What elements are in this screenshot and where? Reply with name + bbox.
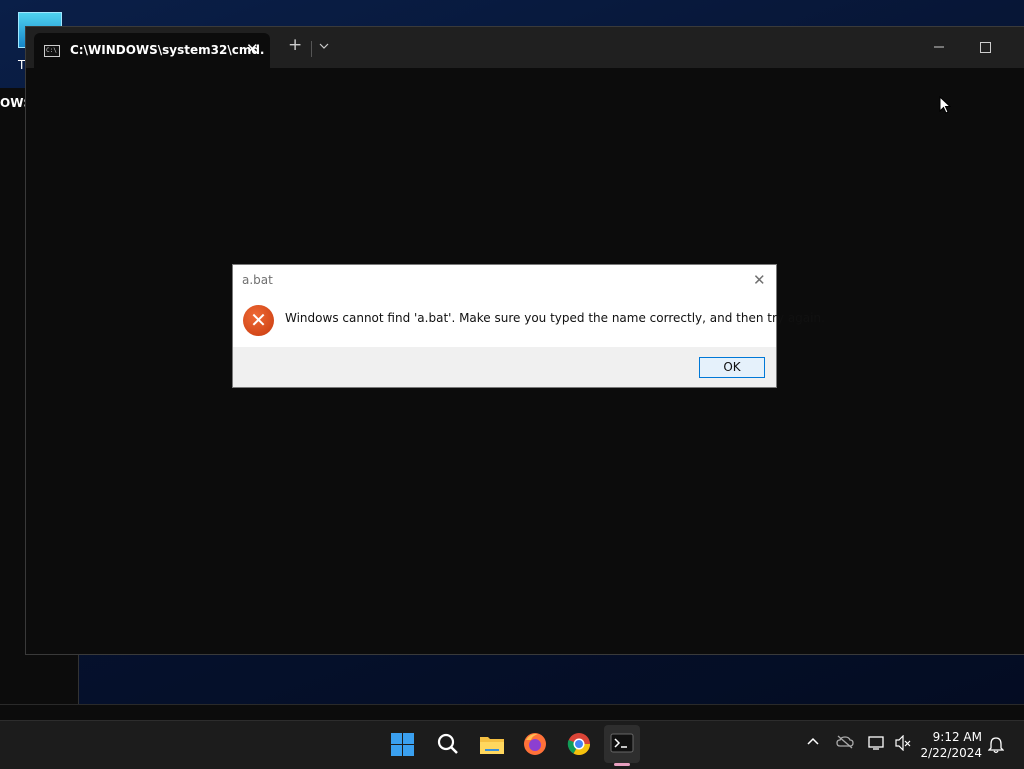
maximize-button[interactable]	[980, 42, 991, 53]
taskbar: 9:12 AM 2/22/2024	[0, 720, 1024, 769]
dialog-message: Windows cannot find 'a.bat'. Make sure y…	[285, 311, 825, 325]
terminal-tab-cmd[interactable]: C:\ C:\WINDOWS\system32\cmd. ✕	[34, 33, 270, 68]
clock-date: 2/22/2024	[920, 746, 982, 760]
notification-bell-icon[interactable]	[987, 736, 1005, 757]
terminal-tab-bar: C:\ C:\WINDOWS\system32\cmd. ✕ +	[26, 27, 1024, 68]
tab-dropdown-button[interactable]	[319, 40, 329, 53]
mouse-cursor-icon	[939, 95, 952, 117]
system-clock[interactable]: 9:12 AM 2/22/2024	[920, 729, 982, 761]
tray-chevron-icon[interactable]	[806, 735, 820, 753]
tab-title: C:\WINDOWS\system32\cmd.	[70, 43, 265, 57]
clock-time: 9:12 AM	[932, 730, 982, 744]
cmd-icon: C:\	[44, 45, 60, 57]
dialog-close-icon[interactable]: ✕	[753, 271, 766, 289]
dialog-titlebar: a.bat ✕	[233, 265, 776, 295]
background-window-strip	[0, 704, 1024, 721]
new-tab-button[interactable]: +	[288, 37, 302, 54]
chrome-icon[interactable]	[564, 729, 594, 759]
error-dialog: a.bat ✕ ✕ Windows cannot find 'a.bat'. M…	[232, 264, 825, 388]
ok-button[interactable]: OK	[699, 357, 765, 378]
dialog-body: ✕ Windows cannot find 'a.bat'. Make sure…	[233, 295, 825, 347]
minimize-button[interactable]	[933, 35, 945, 53]
terminal-icon[interactable]	[604, 725, 640, 763]
firefox-icon[interactable]	[520, 729, 550, 759]
search-icon[interactable]	[433, 729, 463, 759]
dialog-title: a.bat	[242, 273, 273, 287]
file-explorer-icon[interactable]	[477, 729, 507, 759]
tab-divider	[311, 41, 312, 57]
volume-muted-icon[interactable]	[894, 734, 912, 755]
start-icon[interactable]	[388, 729, 418, 759]
error-icon: ✕	[243, 305, 274, 336]
active-app-indicator	[614, 763, 630, 766]
onedrive-offline-icon[interactable]	[836, 735, 854, 753]
network-icon[interactable]	[868, 735, 886, 755]
close-tab-icon[interactable]: ✕	[246, 40, 259, 58]
